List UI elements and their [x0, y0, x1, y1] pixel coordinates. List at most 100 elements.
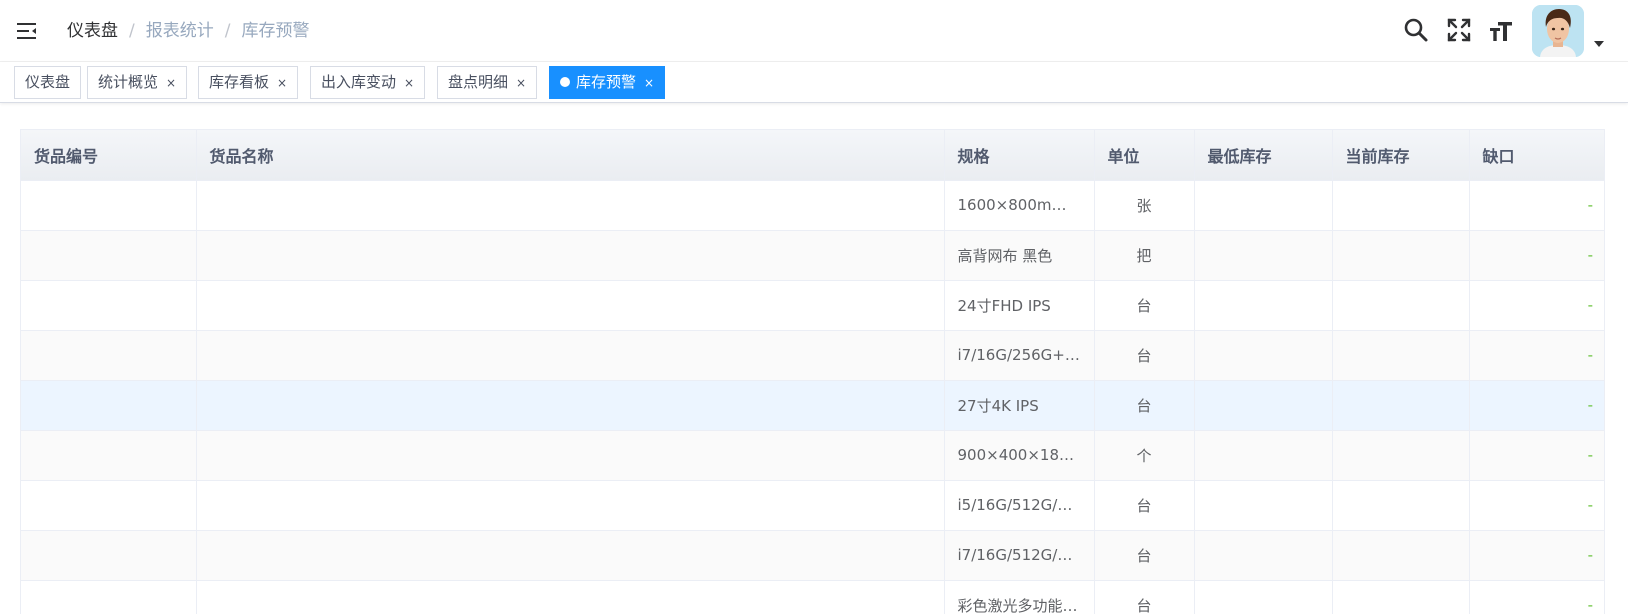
- close-icon[interactable]: ×: [644, 68, 654, 99]
- cell-spec: 24寸FHD IPS: [944, 280, 1095, 331]
- table-row[interactable]: i7/16G/256G+1T 台 -: [21, 330, 1604, 381]
- breadcrumb-item-current: 库存预警: [241, 21, 310, 41]
- cell-spec: 彩色激光多功能…: [944, 580, 1095, 614]
- tag-label: 出入库变动: [321, 73, 397, 91]
- user-avatar[interactable]: [1532, 5, 1584, 57]
- font-size-icon[interactable]: [1488, 17, 1514, 43]
- cell-gap: -: [1469, 230, 1604, 281]
- inventory-alert-table: 货品编号 货品名称 规格 单位 最低库存 当前库存 缺口 1600×800mm …: [20, 129, 1605, 614]
- cell-name: [196, 430, 945, 481]
- breadcrumb-item-dashboard[interactable]: 仪表盘: [67, 21, 118, 41]
- cell-min-stock: [1194, 380, 1333, 431]
- close-icon[interactable]: ×: [516, 68, 526, 99]
- table-row[interactable]: 24寸FHD IPS 台 -: [21, 280, 1604, 331]
- cell-current-stock: [1332, 380, 1470, 431]
- cell-unit: 台: [1094, 530, 1195, 581]
- navbar: 仪表盘 / 报表统计 / 库存预警: [0, 0, 1628, 62]
- table-row[interactable]: 高背网布 黑色 把 -: [21, 230, 1604, 281]
- cell-unit: 台: [1094, 580, 1195, 614]
- search-icon[interactable]: [1403, 17, 1429, 43]
- cell-code: [21, 230, 197, 281]
- breadcrumb-item-reports[interactable]: 报表统计: [146, 21, 214, 41]
- cell-gap: -: [1469, 480, 1604, 531]
- cell-gap: -: [1469, 530, 1604, 581]
- fullscreen-icon[interactable]: [1446, 17, 1472, 43]
- column-header-unit[interactable]: 单位: [1094, 130, 1195, 181]
- cell-min-stock: [1194, 230, 1333, 281]
- cell-current-stock: [1332, 330, 1470, 381]
- cell-code: [21, 280, 197, 331]
- cell-name: [196, 580, 945, 614]
- column-header-current-stock[interactable]: 当前库存: [1332, 130, 1470, 181]
- cell-name: [196, 530, 945, 581]
- table-row[interactable]: i7/16G/512G/1… 台 -: [21, 530, 1604, 581]
- cell-min-stock: [1194, 580, 1333, 614]
- cell-unit: 台: [1094, 380, 1195, 431]
- table-row[interactable]: 1600×800mm … 张 -: [21, 180, 1604, 231]
- table-row[interactable]: 900×400×180… 个 -: [21, 430, 1604, 481]
- close-icon[interactable]: ×: [404, 68, 414, 99]
- cell-unit: 个: [1094, 430, 1195, 481]
- cell-gap: -: [1469, 330, 1604, 381]
- table-row[interactable]: i5/16G/512G/1… 台 -: [21, 480, 1604, 531]
- tag-label: 库存看板: [209, 73, 270, 91]
- cell-gap: -: [1469, 580, 1604, 614]
- tag-stock-movement[interactable]: 出入库变动 ×: [310, 66, 426, 99]
- cell-name: [196, 480, 945, 531]
- tag-dashboard[interactable]: 仪表盘: [14, 66, 82, 99]
- cell-unit: 台: [1094, 280, 1195, 331]
- cell-min-stock: [1194, 180, 1333, 231]
- column-header-name[interactable]: 货品名称: [196, 130, 945, 181]
- close-icon[interactable]: ×: [166, 68, 176, 99]
- breadcrumb-separator: /: [224, 21, 231, 41]
- cell-name: [196, 230, 945, 281]
- cell-current-stock: [1332, 580, 1470, 614]
- tag-stocktake-details[interactable]: 盘点明细 ×: [437, 66, 538, 99]
- cell-min-stock: [1194, 430, 1333, 481]
- caret-down-icon[interactable]: [1593, 40, 1605, 48]
- breadcrumb: 仪表盘 / 报表统计 / 库存预警: [67, 18, 309, 44]
- cell-current-stock: [1332, 280, 1470, 331]
- cell-code: [21, 480, 197, 531]
- cell-code: [21, 430, 197, 481]
- cell-current-stock: [1332, 180, 1470, 231]
- cell-spec: 高背网布 黑色: [944, 230, 1095, 281]
- tag-label: 盘点明细: [448, 73, 509, 91]
- tag-inventory-board[interactable]: 库存看板 ×: [198, 66, 299, 99]
- tag-label: 仪表盘: [25, 73, 71, 91]
- cell-current-stock: [1332, 530, 1470, 581]
- tag-inventory-alert[interactable]: 库存预警 ×: [549, 66, 666, 99]
- table-row[interactable]: 彩色激光多功能… 台 -: [21, 580, 1604, 614]
- table-header-row: 货品编号 货品名称 规格 单位 最低库存 当前库存 缺口: [21, 130, 1604, 181]
- cell-current-stock: [1332, 230, 1470, 281]
- cell-current-stock: [1332, 430, 1470, 481]
- cell-code: [21, 330, 197, 381]
- avatar-illustration: [1532, 5, 1584, 57]
- cell-spec: i7/16G/256G+1T: [944, 330, 1095, 381]
- column-header-code[interactable]: 货品编号: [21, 130, 197, 181]
- column-header-min-stock[interactable]: 最低库存: [1194, 130, 1333, 181]
- close-icon[interactable]: ×: [277, 68, 287, 99]
- column-header-gap[interactable]: 缺口: [1469, 130, 1604, 181]
- cell-name: [196, 380, 945, 431]
- cell-unit: 张: [1094, 180, 1195, 231]
- cell-min-stock: [1194, 330, 1333, 381]
- column-header-spec[interactable]: 规格: [944, 130, 1095, 181]
- cell-spec: 900×400×180…: [944, 430, 1095, 481]
- cell-code: [21, 530, 197, 581]
- hamburger-menu-icon[interactable]: [16, 20, 38, 42]
- cell-unit: 把: [1094, 230, 1195, 281]
- cell-gap: -: [1469, 380, 1604, 431]
- table-row[interactable]: 27寸4K IPS 台 -: [21, 380, 1604, 431]
- cell-spec: 1600×800mm …: [944, 180, 1095, 231]
- cell-gap: -: [1469, 280, 1604, 331]
- cell-min-stock: [1194, 530, 1333, 581]
- cell-current-stock: [1332, 480, 1470, 531]
- cell-spec: i7/16G/512G/1…: [944, 530, 1095, 581]
- tag-statistics-overview[interactable]: 统计概览 ×: [87, 66, 188, 99]
- cell-unit: 台: [1094, 330, 1195, 381]
- cell-code: [21, 580, 197, 614]
- cell-gap: -: [1469, 180, 1604, 231]
- tag-label: 库存预警: [576, 73, 637, 91]
- cell-spec: 27寸4K IPS: [944, 380, 1095, 431]
